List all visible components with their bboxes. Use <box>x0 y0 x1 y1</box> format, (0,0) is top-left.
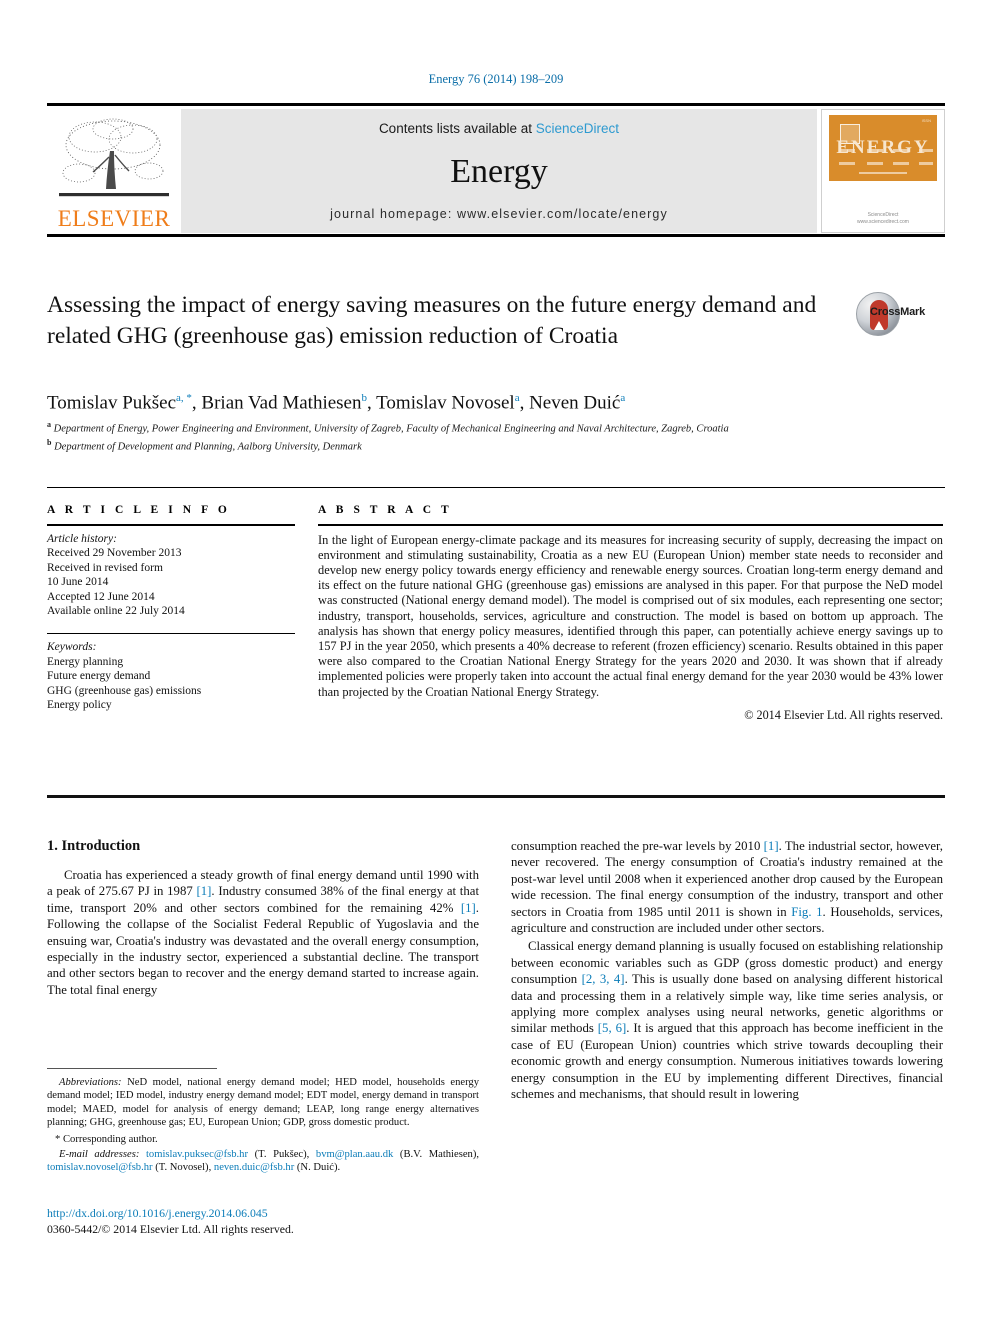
asterisk-icon: * <box>55 1133 61 1145</box>
affiliation-mark-a: a <box>47 420 51 429</box>
email-owner-4: (N. Duić). <box>294 1162 341 1174</box>
history-item: Received 29 November 2013 <box>47 547 182 559</box>
elsevier-logo: ELSEVIER <box>47 109 181 233</box>
journal-homepage-link[interactable]: journal homepage: www.elsevier.com/locat… <box>181 207 817 221</box>
intro-text-r1a: consumption reached the pre-war levels b… <box>511 839 764 853</box>
author-list: Tomislav Pukšeca, *, Brian Vad Mathiesen… <box>47 392 626 414</box>
keyword-item: GHG (greenhouse gas) emissions <box>47 684 202 697</box>
citation-ref[interactable]: [1] <box>764 839 779 853</box>
masthead-center-panel: Contents lists available at ScienceDirec… <box>181 109 817 233</box>
article-info-rule <box>47 524 295 526</box>
history-item: Available online 22 July 2014 <box>47 605 185 617</box>
masthead-bottom-rule <box>47 234 945 237</box>
sciencedirect-link[interactable]: ScienceDirect <box>536 121 619 136</box>
issn-copyright: 0360-5442/© 2014 Elsevier Ltd. All right… <box>47 1222 294 1236</box>
keyword-item: Energy planning <box>47 655 124 668</box>
abstract-band-bottom-rule <box>47 795 945 798</box>
email-note: E-mail addresses: tomislav.puksec@fsb.hr… <box>47 1148 479 1175</box>
citation-ref[interactable]: [1] <box>461 901 476 915</box>
abstract-text: In the light of European energy-climate … <box>318 532 943 699</box>
page-title: Assessing the impact of energy saving me… <box>47 292 817 349</box>
paper-page: Energy 76 (2014) 198–209 ELSEVIER Conten… <box>0 0 992 1323</box>
keywords-block: Keywords: Energy planning Future energy … <box>47 640 295 713</box>
body-column-left: 1. Introduction Croatia has experienced … <box>47 838 479 1000</box>
intro-text-1c: . Following the collapse of the Socialis… <box>47 900 479 997</box>
affiliation-mark-b: b <box>47 438 52 447</box>
abstract-band-top-rule <box>47 487 945 488</box>
author-marks-2: b <box>361 392 367 404</box>
email-link-4[interactable]: neven.duic@fsb.hr <box>214 1162 294 1173</box>
author-name-1: Tomislav Pukšec <box>47 392 177 414</box>
elsevier-tree-icon <box>59 118 169 197</box>
email-link-3[interactable]: tomislav.novosel@fsb.hr <box>47 1162 153 1173</box>
abbreviations-note: Abbreviations: NeD model, national energ… <box>47 1076 479 1130</box>
cover-footer-text: ScienceDirect www.sciencedirect.com <box>857 212 909 225</box>
cover-journal-name: ENERGY <box>836 137 930 158</box>
crossmark-badge[interactable]: CrossMark <box>856 292 928 338</box>
abstract-heading: A B S T R A C T <box>318 504 453 516</box>
corresponding-author-text: Corresponding author. <box>62 1133 158 1145</box>
citation-ref[interactable]: [1] <box>197 884 212 898</box>
email-link-1[interactable]: tomislav.puksec@fsb.hr <box>146 1149 248 1160</box>
author-name-3: Tomislav Novosel <box>376 392 515 414</box>
doi-link[interactable]: http://dx.doi.org/10.1016/j.energy.2014.… <box>47 1206 268 1221</box>
journal-cover-thumbnail[interactable]: ISSN ENERGY ScienceDirect www.sciencedire… <box>821 109 945 233</box>
journal-title: Energy <box>450 153 548 190</box>
footnote-block: Abbreviations: NeD model, national energ… <box>47 1076 479 1175</box>
author-name-4: Neven Duić <box>529 392 621 414</box>
citation-ref[interactable]: [5, 6] <box>598 1021 626 1035</box>
email-link-2[interactable]: bvm@plan.aau.dk <box>316 1149 393 1160</box>
history-item: Accepted 12 June 2014 <box>47 590 155 603</box>
contents-available-line: Contents lists available at ScienceDirec… <box>181 121 817 136</box>
history-item: Received in revised form <box>47 561 163 574</box>
abstract-copyright: © 2014 Elsevier Ltd. All rights reserved… <box>744 707 943 722</box>
keyword-item: Energy policy <box>47 699 112 711</box>
article-history-label: Article history: <box>47 532 117 545</box>
article-info-block: A R T I C L E I N F O Article history: R… <box>47 504 295 713</box>
intro-paragraph-right-1: consumption reached the pre-war levels b… <box>511 838 943 936</box>
abstract-block: A B S T R A C T In the light of European… <box>318 504 943 723</box>
author-marks-1: a, * <box>176 392 192 404</box>
abbreviations-label: Abbreviations: <box>59 1077 122 1088</box>
affiliation-text-a: Department of Energy, Power Engineering … <box>53 423 729 435</box>
affiliation-list: a Department of Energy, Power Engineerin… <box>47 418 847 454</box>
corresponding-author-note: * Corresponding author. <box>47 1133 479 1146</box>
journal-masthead: ELSEVIER Contents lists available at Sci… <box>47 103 945 237</box>
contents-prefix: Contents lists available at <box>378 121 536 136</box>
footnote-separator <box>47 1068 217 1069</box>
crossmark-label: CrossMark <box>870 306 926 318</box>
keywords-rule <box>47 632 295 634</box>
keywords-label: Keywords: <box>47 641 97 653</box>
affiliation-text-b: Department of Development and Planning, … <box>54 441 362 453</box>
cover-orange-panel: ISSN ENERGY <box>829 115 937 181</box>
masthead-top-rule <box>47 103 945 106</box>
email-owner-1: (T. Pukšec), <box>248 1149 316 1161</box>
intro-paragraph-right-2: Classical energy demand planning is usua… <box>511 938 943 1102</box>
email-owner-2: (B.V. Mathiesen), <box>393 1149 479 1161</box>
citation-ref[interactable]: [2, 3, 4] <box>582 972 625 986</box>
keyword-item: Future energy demand <box>47 670 151 682</box>
article-history: Article history: Received 29 November 20… <box>47 532 295 619</box>
affiliation-item-b: b Department of Development and Planning… <box>47 436 847 454</box>
author-name-2: Brian Vad Mathiesen <box>201 392 362 414</box>
email-owner-3: (T. Novosel), <box>152 1162 214 1174</box>
history-item: 10 June 2014 <box>47 576 109 588</box>
body-column-right: consumption reached the pre-war levels b… <box>511 838 943 1105</box>
affiliation-item-a: a Department of Energy, Power Engineerin… <box>47 418 847 436</box>
email-label: E-mail addresses: <box>59 1149 140 1161</box>
section-heading-introduction: 1. Introduction <box>47 838 141 854</box>
abstract-rule <box>318 524 943 526</box>
figure-ref[interactable]: Fig. 1 <box>791 905 822 919</box>
author-marks-3: a <box>514 392 520 404</box>
journal-citation: Energy 76 (2014) 198–209 <box>428 72 564 86</box>
article-info-heading: A R T I C L E I N F O <box>47 504 231 516</box>
intro-paragraph-left: Croatia has experienced a steady growth … <box>47 867 479 998</box>
author-marks-4: a <box>620 392 626 404</box>
elsevier-wordmark: ELSEVIER <box>57 206 171 231</box>
